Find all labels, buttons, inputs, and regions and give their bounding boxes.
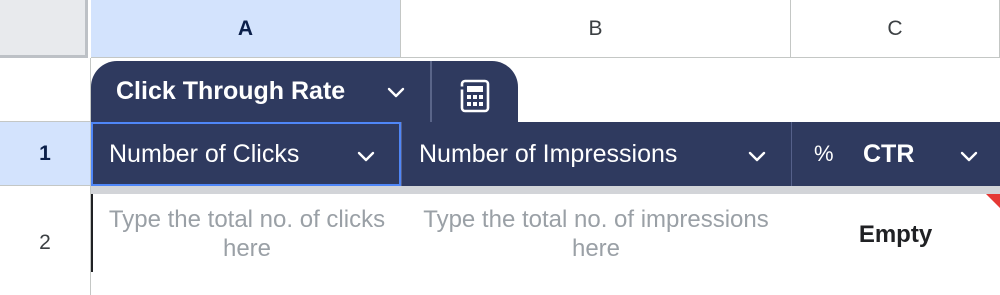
calculator-icon[interactable] [458, 79, 492, 113]
row-header-1-label: 1 [39, 141, 51, 165]
column-header-c-label: C [887, 16, 903, 40]
select-all-corner[interactable] [0, 0, 88, 58]
table-name-label[interactable]: Click Through Rate [116, 61, 345, 122]
column-header-b[interactable]: B [401, 0, 791, 58]
comment-marker-icon[interactable] [986, 194, 1000, 208]
cell-a2-placeholder[interactable]: Type the total no. of clicks here [93, 200, 401, 270]
row-header-2-label: 2 [39, 230, 51, 254]
selected-cell-a1[interactable] [91, 122, 401, 186]
cell-c2-value[interactable]: Empty [791, 200, 1000, 270]
header-separator [791, 122, 792, 186]
row-header-2[interactable]: 2 [0, 186, 91, 295]
column-a-edge [91, 194, 93, 272]
column-header-a[interactable]: A [91, 0, 401, 58]
header-impressions-label[interactable]: Number of Impressions [419, 122, 677, 186]
tab-divider [430, 61, 432, 122]
column-header-c[interactable]: C [791, 0, 1000, 58]
header-bottom-band [91, 186, 1000, 194]
header-ctr-percent-icon: % [814, 141, 834, 166]
column-header-b-label: B [588, 16, 603, 40]
header-ctr-label[interactable]: CTR [863, 122, 914, 186]
header-ctr-chevron-down-icon[interactable] [957, 144, 981, 168]
table-menu-chevron-down-icon[interactable] [384, 80, 408, 104]
header-separator [401, 122, 402, 186]
row-header-1[interactable]: 1 [0, 122, 91, 186]
cell-b2-placeholder[interactable]: Type the total no. of impressions here [401, 200, 791, 270]
column-header-a-label: A [237, 16, 254, 40]
row-header-blank [0, 58, 91, 122]
header-impressions-chevron-down-icon[interactable] [745, 144, 769, 168]
